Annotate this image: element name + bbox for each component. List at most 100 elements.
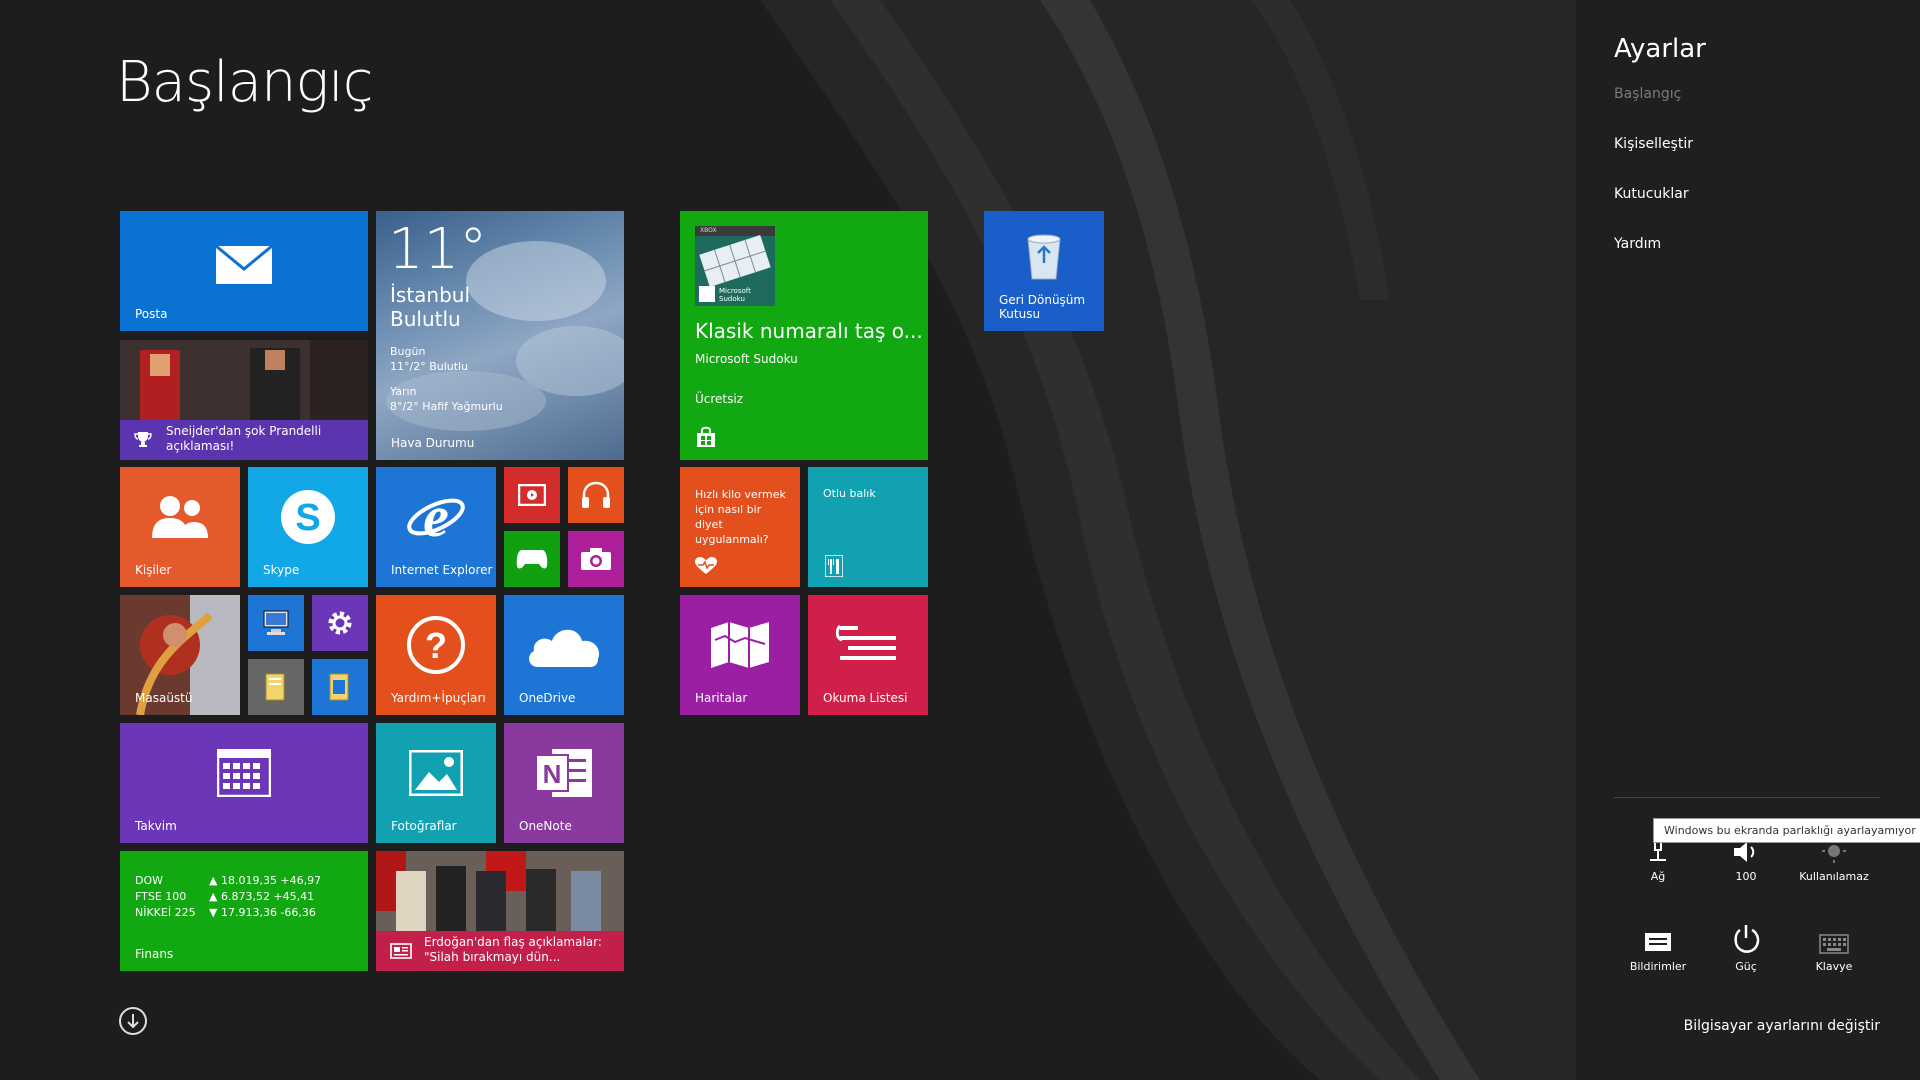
internet-explorer-icon: e	[407, 486, 465, 548]
volume-label: 100	[1735, 870, 1757, 883]
finance-index-name: DOW	[135, 874, 164, 887]
notifications-quick-setting[interactable]: Bildirimler	[1614, 914, 1702, 973]
skype-tile[interactable]: S Skype	[248, 467, 368, 587]
health-headline: Hızlı kilo vermek için nasıl bir diyet u…	[695, 488, 786, 546]
weather-today-value: 11°/2° Bulutlu	[390, 360, 469, 373]
photos-label: Fotoğraflar	[391, 819, 457, 833]
news-photo	[376, 851, 624, 931]
arrow-down-icon	[127, 1014, 139, 1029]
weather-city: İstanbul	[390, 283, 471, 307]
sports-photo	[120, 340, 368, 420]
food-tile[interactable]: Otlu balık	[808, 467, 928, 587]
onenote-label: OneNote	[519, 819, 572, 833]
photos-icon	[409, 750, 463, 797]
photos-tile[interactable]: Fotoğraflar	[376, 723, 496, 843]
finance-index-name: FTSE 100	[135, 890, 187, 903]
people-tile[interactable]: Kişiler	[120, 467, 240, 587]
maps-label: Haritalar	[695, 691, 748, 705]
power-label: Güç	[1735, 960, 1757, 973]
folder-icon	[265, 673, 285, 701]
change-pc-settings-link[interactable]: Bilgisayar ayarlarını değiştir	[1684, 1018, 1880, 1034]
help-icon: ?	[407, 616, 465, 675]
personalize-link[interactable]: Kişiselleştir	[1614, 136, 1693, 152]
people-icon	[152, 496, 208, 539]
gear-icon	[328, 611, 352, 635]
people-label: Kişiler	[135, 563, 172, 577]
finance-row-2: FTSE 100 ▲ 6.873,52 +45,41	[135, 889, 321, 905]
svg-text:?: ?	[425, 625, 447, 666]
documents-tile[interactable]	[248, 659, 304, 715]
desktop-label: Masaüstü	[135, 691, 193, 705]
network-label: Ağ	[1650, 870, 1666, 883]
sudoku-icon-caption: Microsoft Sudoku	[719, 287, 751, 303]
skype-label: Skype	[263, 563, 300, 577]
finance-label: Finans	[135, 947, 174, 961]
onedrive-tile[interactable]: OneDrive	[504, 595, 624, 715]
weather-tile[interactable]: 11° İstanbul Bulutlu Bugün 11°/2° Bulutl…	[376, 211, 624, 460]
desktop-tile[interactable]: Masaüstü	[120, 595, 240, 715]
calendar-label: Takvim	[135, 819, 177, 833]
recycle-bin-label: Geri Dönüşüm Kutusu	[999, 293, 1086, 321]
video-tile[interactable]	[504, 467, 560, 523]
recycle-bin-tile[interactable]: Geri Dönüşüm Kutusu	[984, 211, 1104, 331]
trophy-icon	[134, 432, 152, 447]
weather-label: Hava Durumu	[391, 436, 475, 450]
weather-condition: Bulutlu	[390, 307, 461, 331]
power-icon	[1734, 925, 1760, 953]
sports-news-tile[interactable]: Sneijder'dan şok Prandelli açıklaması!	[120, 340, 368, 460]
notifications-icon	[1645, 933, 1671, 951]
help-label: Yardım+İpuçları	[391, 691, 486, 705]
calendar-icon	[217, 749, 271, 798]
sudoku-tile[interactable]: XBOX Microsoft Sudoku Klasik numaralı ta…	[680, 211, 928, 460]
store-icon	[697, 426, 715, 447]
cloud-icon	[529, 630, 600, 668]
keyboard-quick-setting[interactable]: Klavye	[1790, 914, 1878, 973]
map-icon	[711, 622, 769, 669]
mail-icon	[215, 245, 273, 284]
mail-label: Posta	[135, 307, 168, 321]
all-apps-button[interactable]	[119, 1007, 147, 1035]
finance-row-3: NİKKEİ 225 ▼ 17.913,36 -66,36	[135, 905, 321, 921]
ie-tile[interactable]: e Internet Explorer	[376, 467, 496, 587]
finance-row-1: DOW ▲ 18.019,35 +46,97	[135, 873, 321, 889]
sudoku-publisher: Microsoft Sudoku	[695, 352, 798, 366]
finance-index-value: ▼ 17.913,36 -66,36	[209, 906, 316, 919]
help-tile[interactable]: ? Yardım+İpuçları	[376, 595, 496, 715]
skype-icon: S	[281, 490, 335, 545]
weather-tomorrow-label: Yarın	[390, 385, 417, 398]
charm-separator	[1614, 797, 1880, 798]
maps-tile[interactable]: Haritalar	[680, 595, 800, 715]
music-tile[interactable]	[568, 467, 624, 523]
games-tile[interactable]	[504, 531, 560, 587]
weather-tomorrow-value: 8°/2° Hafif Yağmurlu	[390, 400, 503, 413]
file-explorer-icon	[329, 673, 349, 701]
volume-icon	[1734, 842, 1755, 862]
start-title: Başlangıç	[116, 50, 373, 115]
health-tile[interactable]: Hızlı kilo vermek için nasıl bir diyet u…	[680, 467, 800, 587]
weather-temperature: 11°	[388, 217, 488, 282]
keyboard-icon	[1819, 934, 1849, 954]
onenote-tile[interactable]: N OneNote	[504, 723, 624, 843]
svg-text:e: e	[423, 486, 449, 548]
settings-tile[interactable]	[312, 595, 368, 651]
calendar-tile[interactable]: Takvim	[120, 723, 368, 843]
svg-text:N: N	[543, 759, 562, 789]
news-tile[interactable]: Erdoğan'dan flaş açıklamalar: "Silah bır…	[376, 851, 624, 971]
file-explorer-tile[interactable]	[312, 659, 368, 715]
help-link[interactable]: Yardım	[1614, 236, 1661, 252]
camera-tile[interactable]	[568, 531, 624, 587]
mail-tile[interactable]: Posta	[120, 211, 368, 331]
heart-pulse-icon	[695, 557, 717, 574]
charm-title: Ayarlar	[1614, 34, 1706, 64]
finance-tile[interactable]: DOW ▲ 18.019,35 +46,97 FTSE 100 ▲ 6.873,52…	[120, 851, 368, 971]
video-icon	[518, 484, 546, 506]
news-icon	[390, 943, 412, 959]
finance-index-value: ▲ 18.019,35 +46,97	[209, 874, 322, 887]
brightness-tooltip: Windows bu ekranda parlaklığı ayarlayamı…	[1653, 818, 1920, 843]
finance-index-value: ▲ 6.873,52 +45,41	[209, 890, 315, 903]
reading-list-tile[interactable]: Okuma Listesi	[808, 595, 928, 715]
this-pc-tile[interactable]	[248, 595, 304, 651]
power-quick-setting[interactable]: Güç	[1702, 914, 1790, 973]
charm-subtitle: Başlangıç	[1614, 86, 1682, 102]
tiles-link[interactable]: Kutucuklar	[1614, 186, 1689, 202]
